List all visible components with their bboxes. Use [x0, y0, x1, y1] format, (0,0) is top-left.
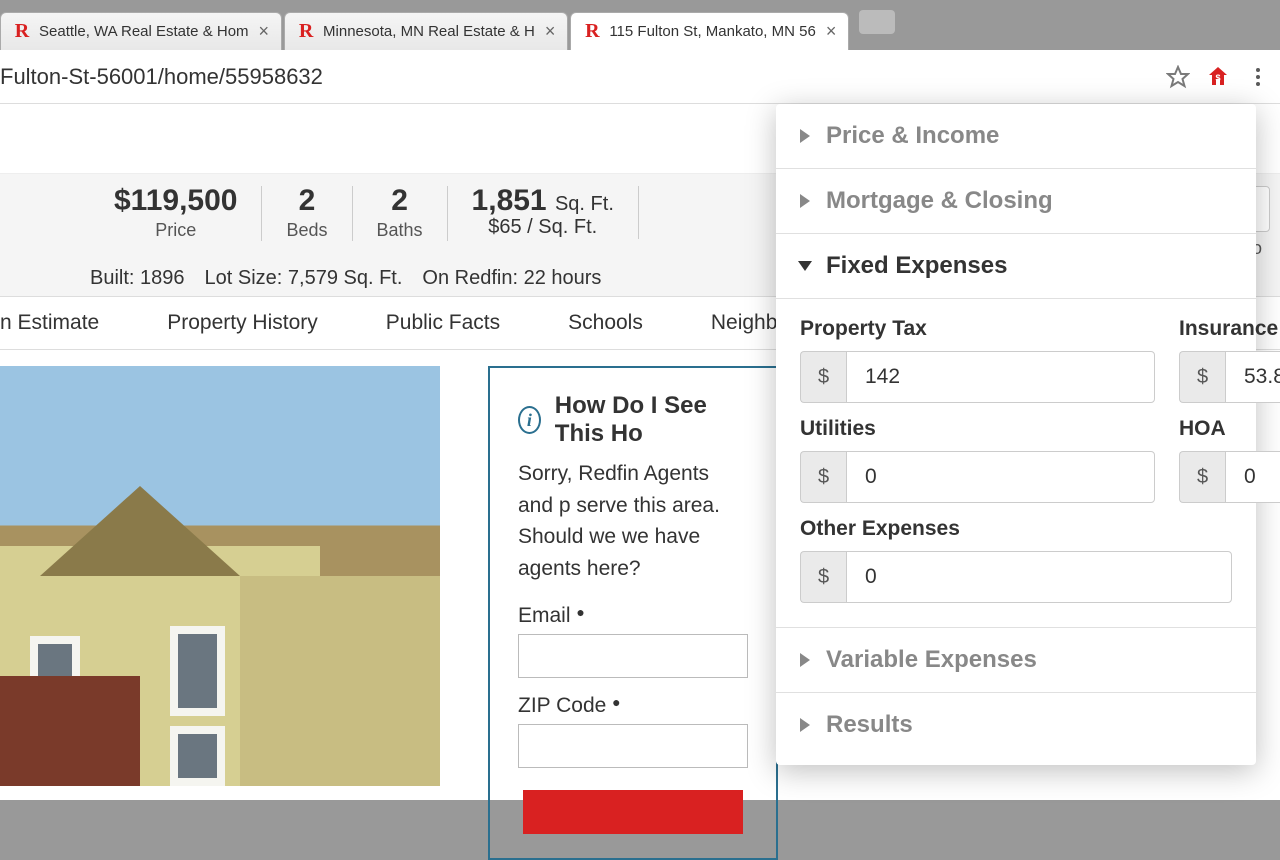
zip-label: ZIP Code ●: [518, 694, 748, 718]
dollar-prefix: $: [800, 551, 846, 603]
tab-title: Minnesota, MN Real Estate & H: [323, 23, 535, 40]
input-insurance[interactable]: [1225, 351, 1280, 403]
input-utilities[interactable]: [846, 451, 1155, 503]
dollar-prefix: $: [1179, 451, 1225, 503]
site-icon: R: [13, 23, 31, 41]
chevron-down-icon: [798, 261, 812, 271]
site-icon: R: [583, 23, 601, 41]
svg-text:$: $: [1215, 73, 1220, 83]
stat-beds: 2 Beds: [262, 186, 352, 241]
chevron-right-icon: [800, 653, 810, 667]
dollar-prefix: $: [1179, 351, 1225, 403]
info-card-title: How Do I See This Ho: [555, 392, 748, 448]
label-hoa: HOA: [1179, 417, 1280, 441]
email-field[interactable]: [518, 634, 748, 678]
stat-baths: 2 Baths: [353, 186, 448, 241]
browser-tab-minnesota[interactable]: R Minnesota, MN Real Estate & H ×: [284, 12, 568, 50]
input-hoa[interactable]: [1225, 451, 1280, 503]
section-price-income[interactable]: Price & Income: [776, 104, 1256, 169]
close-icon[interactable]: ×: [545, 21, 556, 42]
input-other-expenses[interactable]: [846, 551, 1232, 603]
close-icon[interactable]: ×: [259, 21, 270, 42]
section-variable-expenses[interactable]: Variable Expenses: [776, 627, 1256, 693]
stat-price: $119,500 Price: [90, 186, 262, 241]
close-icon[interactable]: ×: [826, 21, 837, 42]
tab-public-facts[interactable]: Public Facts: [386, 311, 500, 335]
section-mortgage-closing[interactable]: Mortgage & Closing: [776, 169, 1256, 234]
dollar-prefix: $: [800, 451, 846, 503]
meta-built: Built: 1896: [90, 267, 185, 290]
site-icon: R: [297, 23, 315, 41]
url-field[interactable]: Fulton-St-56001/home/55958632: [0, 64, 1152, 90]
tab-title: 115 Fulton St, Mankato, MN 56: [609, 23, 816, 40]
info-card-text: Sorry, Redfin Agents and p serve this ar…: [518, 458, 748, 584]
chevron-right-icon: [800, 718, 810, 732]
stat-sqft: 1,851 Sq. Ft. $65 / Sq. Ft.: [448, 186, 639, 239]
meta-onsite: On Redfin: 22 hours: [422, 267, 601, 290]
section-fixed-expenses[interactable]: Fixed Expenses: [776, 234, 1256, 299]
browser-tab-fulton[interactable]: R 115 Fulton St, Mankato, MN 56 ×: [570, 12, 849, 50]
property-photo[interactable]: [0, 366, 440, 786]
tab-property-history[interactable]: Property History: [167, 311, 318, 335]
chevron-right-icon: [800, 129, 810, 143]
new-tab-button[interactable]: [859, 10, 895, 34]
label-insurance: Insurance: [1179, 317, 1280, 341]
tab-schools[interactable]: Schools: [568, 311, 643, 335]
bookmark-star-icon[interactable]: [1164, 63, 1192, 91]
dollar-prefix: $: [800, 351, 846, 403]
extension-panel: Price & Income Mortgage & Closing Fixed …: [776, 104, 1256, 765]
zip-field[interactable]: [518, 724, 748, 768]
browser-menu-icon[interactable]: [1244, 63, 1272, 91]
chevron-right-icon: [800, 194, 810, 208]
browser-tab-seattle[interactable]: R Seattle, WA Real Estate & Hom ×: [0, 12, 282, 50]
tab-title: Seattle, WA Real Estate & Hom: [39, 23, 249, 40]
extension-icon[interactable]: $: [1204, 63, 1232, 91]
address-bar: Fulton-St-56001/home/55958632 $: [0, 50, 1280, 104]
email-label: Email ●: [518, 604, 748, 628]
section-results[interactable]: Results: [776, 693, 1256, 765]
meta-lot: Lot Size: 7,579 Sq. Ft.: [205, 267, 403, 290]
tab-estimate[interactable]: n Estimate: [0, 311, 99, 335]
submit-button[interactable]: [523, 790, 743, 834]
label-utilities: Utilities: [800, 417, 1155, 441]
label-property-tax: Property Tax: [800, 317, 1155, 341]
info-icon: i: [518, 406, 541, 434]
info-card: i How Do I See This Ho Sorry, Redfin Age…: [488, 366, 778, 860]
browser-tab-strip: R Seattle, WA Real Estate & Hom × R Minn…: [0, 0, 1280, 50]
input-property-tax[interactable]: [846, 351, 1155, 403]
fixed-expenses-body: Property Tax $ Insurance $ Utilities $: [776, 299, 1256, 627]
label-other-expenses: Other Expenses: [800, 517, 1232, 541]
